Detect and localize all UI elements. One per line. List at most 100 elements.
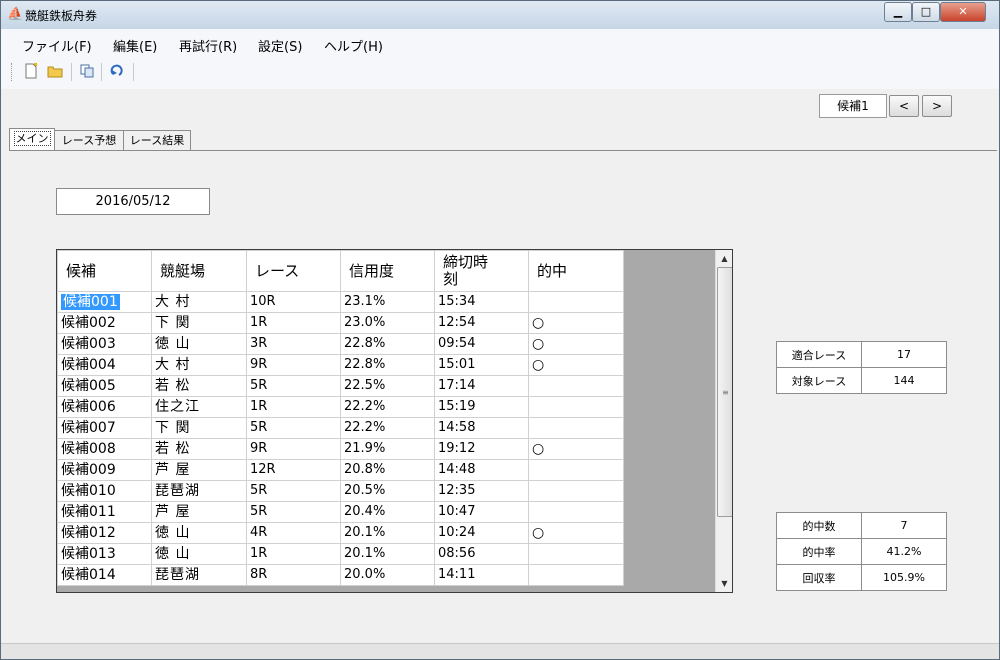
cell-race[interactable]: 1R: [246, 543, 341, 565]
cell-hit[interactable]: [528, 417, 624, 439]
next-candidate-button[interactable]: >: [922, 95, 952, 117]
header-deadline[interactable]: 締切時 刻: [434, 250, 529, 292]
cell-race[interactable]: 5R: [246, 375, 341, 397]
cell-venue[interactable]: 大 村: [151, 291, 247, 313]
table-row[interactable]: 候補003 徳 山 3R 22.8% 09:54 ○: [57, 333, 624, 355]
cell-candidate[interactable]: 候補003: [57, 333, 152, 355]
cell-race[interactable]: 3R: [246, 333, 341, 355]
cell-venue[interactable]: 若 松: [151, 438, 247, 460]
scroll-down-icon[interactable]: ▼: [716, 575, 732, 592]
cell-race[interactable]: 12R: [246, 459, 341, 481]
cell-hit[interactable]: ○: [528, 354, 624, 376]
cell-race[interactable]: 8R: [246, 564, 341, 586]
open-folder-icon[interactable]: [45, 63, 65, 83]
header-race[interactable]: レース: [246, 250, 341, 292]
cell-confidence[interactable]: 22.2%: [340, 417, 435, 439]
cell-race[interactable]: 5R: [246, 417, 341, 439]
cell-confidence[interactable]: 20.4%: [340, 501, 435, 523]
minimize-button[interactable]: ▁: [884, 2, 912, 22]
cell-confidence[interactable]: 21.9%: [340, 438, 435, 460]
cell-confidence[interactable]: 23.0%: [340, 312, 435, 334]
menu-edit[interactable]: 編集(E): [113, 36, 157, 55]
cell-race[interactable]: 5R: [246, 501, 341, 523]
cell-race[interactable]: 1R: [246, 396, 341, 418]
menu-file[interactable]: ファイル(F): [22, 36, 92, 55]
new-file-icon[interactable]: [21, 63, 41, 83]
table-row[interactable]: 候補010 琵琶湖 5R 20.5% 12:35: [57, 480, 624, 502]
header-hit[interactable]: 的中: [528, 250, 624, 292]
cell-candidate[interactable]: 候補008: [57, 438, 152, 460]
menu-help[interactable]: ヘルプ(H): [324, 36, 383, 55]
cell-venue[interactable]: 芦 屋: [151, 501, 247, 523]
cell-race[interactable]: 1R: [246, 312, 341, 334]
cell-deadline[interactable]: 15:01: [434, 354, 529, 376]
cell-deadline[interactable]: 14:48: [434, 459, 529, 481]
cell-venue[interactable]: 下 関: [151, 312, 247, 334]
cell-confidence[interactable]: 22.5%: [340, 375, 435, 397]
cell-deadline[interactable]: 14:11: [434, 564, 529, 586]
cell-deadline[interactable]: 08:56: [434, 543, 529, 565]
table-row[interactable]: 候補013 徳 山 1R 20.1% 08:56: [57, 543, 624, 565]
tab-race-results[interactable]: レース結果: [123, 130, 191, 150]
cell-candidate[interactable]: 候補009: [57, 459, 152, 481]
cell-confidence[interactable]: 22.8%: [340, 354, 435, 376]
tab-main[interactable]: メイン: [9, 128, 55, 150]
menu-retry[interactable]: 再試行(R): [179, 36, 237, 55]
cell-deadline[interactable]: 15:19: [434, 396, 529, 418]
cell-candidate[interactable]: 候補014: [57, 564, 152, 586]
grid-scrollbar[interactable]: ▲ ≡ ▼: [715, 250, 732, 592]
cell-deadline[interactable]: 15:34: [434, 291, 529, 313]
scroll-up-icon[interactable]: ▲: [716, 250, 732, 267]
cell-candidate[interactable]: 候補001: [57, 291, 152, 313]
cell-hit[interactable]: ○: [528, 522, 624, 544]
cell-venue[interactable]: 琵琶湖: [151, 480, 247, 502]
cell-venue[interactable]: 住之江: [151, 396, 247, 418]
copy-icon[interactable]: [77, 63, 97, 83]
close-button[interactable]: ✕: [940, 2, 986, 22]
cell-race[interactable]: 5R: [246, 480, 341, 502]
cell-confidence[interactable]: 20.1%: [340, 522, 435, 544]
cell-candidate[interactable]: 候補002: [57, 312, 152, 334]
cell-candidate[interactable]: 候補005: [57, 375, 152, 397]
cell-hit[interactable]: [528, 459, 624, 481]
scroll-thumb[interactable]: ≡: [717, 267, 732, 517]
cell-candidate[interactable]: 候補013: [57, 543, 152, 565]
table-row[interactable]: 候補007 下 関 5R 22.2% 14:58: [57, 417, 624, 439]
cell-venue[interactable]: 琵琶湖: [151, 564, 247, 586]
table-row[interactable]: 候補012 徳 山 4R 20.1% 10:24 ○: [57, 522, 624, 544]
cell-confidence[interactable]: 20.8%: [340, 459, 435, 481]
cell-race[interactable]: 9R: [246, 354, 341, 376]
cell-hit[interactable]: [528, 375, 624, 397]
maximize-button[interactable]: □: [912, 2, 940, 22]
date-field[interactable]: 2016/05/12: [56, 188, 210, 215]
cell-hit[interactable]: ○: [528, 312, 624, 334]
cell-hit[interactable]: ○: [528, 333, 624, 355]
cell-venue[interactable]: 大 村: [151, 354, 247, 376]
cell-candidate[interactable]: 候補007: [57, 417, 152, 439]
cell-hit[interactable]: [528, 480, 624, 502]
cell-candidate[interactable]: 候補006: [57, 396, 152, 418]
candidate-grid[interactable]: 候補 競艇場 レース 信用度 締切時 刻 的中 候補001 大 村 10R 23.1%…: [56, 249, 733, 593]
cell-deadline[interactable]: 10:24: [434, 522, 529, 544]
prev-candidate-button[interactable]: <: [889, 95, 919, 117]
cell-deadline[interactable]: 17:14: [434, 375, 529, 397]
cell-venue[interactable]: 徳 山: [151, 543, 247, 565]
cell-candidate[interactable]: 候補012: [57, 522, 152, 544]
cell-confidence[interactable]: 23.1%: [340, 291, 435, 313]
table-row[interactable]: 候補014 琵琶湖 8R 20.0% 14:11: [57, 564, 624, 586]
tab-race-prediction[interactable]: レース予想: [54, 130, 124, 150]
cell-venue[interactable]: 下 関: [151, 417, 247, 439]
cell-race[interactable]: 9R: [246, 438, 341, 460]
table-row[interactable]: 候補005 若 松 5R 22.5% 17:14: [57, 375, 624, 397]
table-row[interactable]: 候補009 芦 屋 12R 20.8% 14:48: [57, 459, 624, 481]
table-row[interactable]: 候補006 住之江 1R 22.2% 15:19: [57, 396, 624, 418]
cell-hit[interactable]: [528, 543, 624, 565]
table-row[interactable]: 候補011 芦 屋 5R 20.4% 10:47: [57, 501, 624, 523]
cell-confidence[interactable]: 20.1%: [340, 543, 435, 565]
cell-confidence[interactable]: 20.0%: [340, 564, 435, 586]
cell-confidence[interactable]: 22.2%: [340, 396, 435, 418]
cell-hit[interactable]: [528, 291, 624, 313]
cell-race[interactable]: 10R: [246, 291, 341, 313]
cell-race[interactable]: 4R: [246, 522, 341, 544]
cell-deadline[interactable]: 12:54: [434, 312, 529, 334]
